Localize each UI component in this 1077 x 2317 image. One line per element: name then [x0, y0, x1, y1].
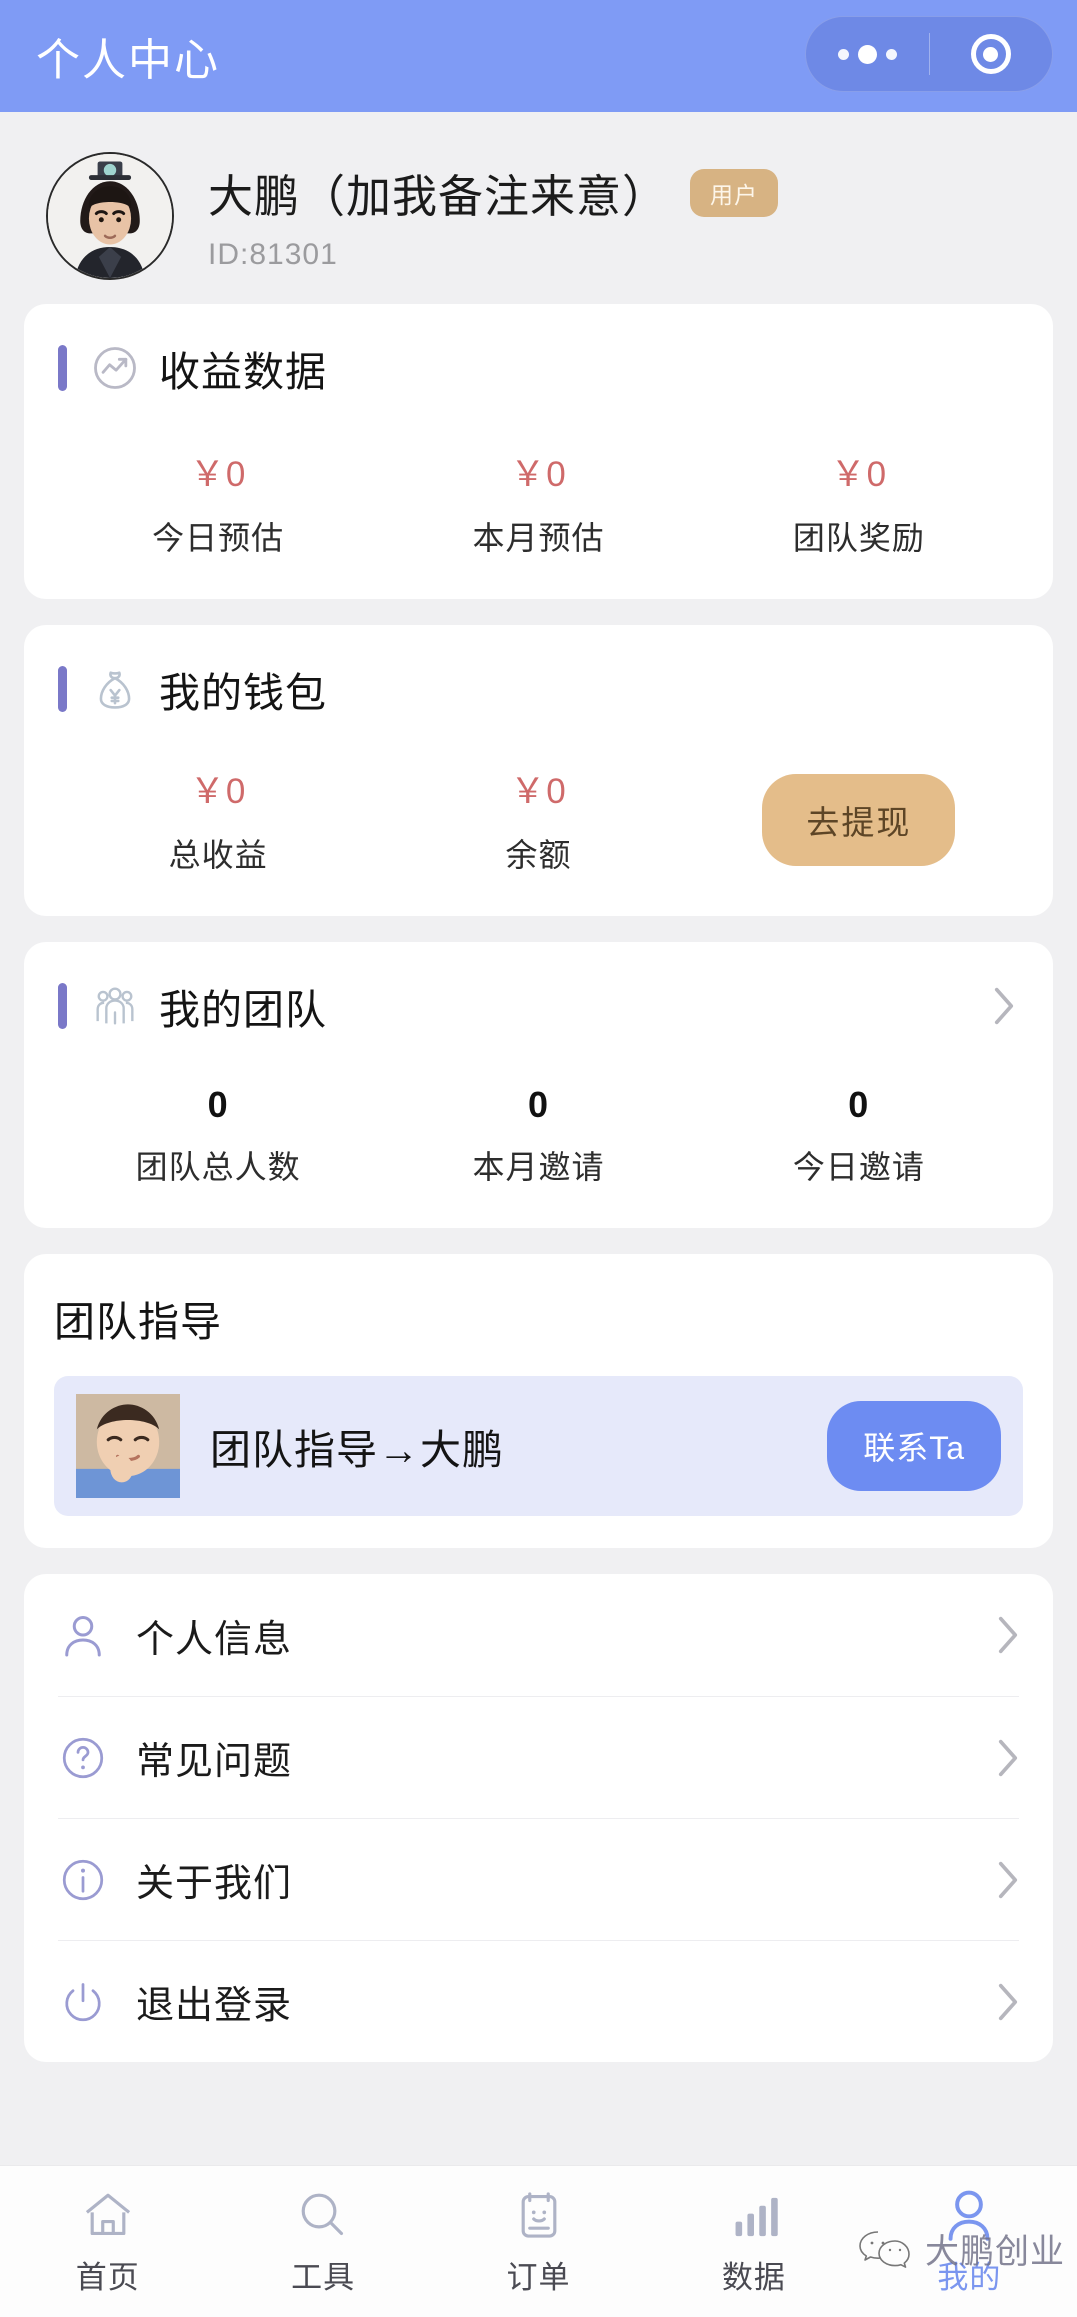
- group-people-icon: [89, 980, 141, 1032]
- money-bag-icon: [89, 663, 141, 715]
- stat-team-reward: ￥0 团队奖励: [699, 446, 1019, 559]
- info-icon: [58, 1855, 108, 1905]
- menu-item-label: 退出登录: [136, 1985, 293, 2027]
- name-row: 大鹏（加我备注来意） 用户: [208, 160, 779, 225]
- user-id: ID:81301: [208, 238, 338, 271]
- guidance-avatar: [76, 1394, 180, 1498]
- stat-value: ￥0: [189, 772, 247, 811]
- page-header: 个人中心: [0, 0, 1077, 112]
- wallet-card-header: 我的钱包: [58, 659, 1019, 719]
- stat-label: 今日邀请: [792, 1149, 925, 1185]
- withdraw-wrap: 去提现: [699, 773, 1019, 866]
- guidance-name: 团队指导→大鹏: [210, 1427, 504, 1473]
- stat-value: ￥0: [189, 455, 247, 494]
- team-card[interactable]: 我的团队 0 团队总人数 0 本月邀请 0 今日邀请: [24, 942, 1053, 1228]
- bottom-tabbar: 首页 工具 订单 数据 我的 大鹏创业: [0, 2165, 1077, 2317]
- tab-label: 数据: [721, 2260, 786, 2295]
- stat-value: ￥0: [510, 772, 567, 811]
- income-data-card: 收益数据 ￥0 今日预估 ￥0 本月预估 ￥0 团队奖励: [24, 304, 1053, 599]
- menu-item-label: 关于我们: [136, 1863, 293, 1905]
- tab-orders[interactable]: 订单: [431, 2186, 646, 2297]
- more-dots-icon: [837, 44, 897, 64]
- tab-label: 订单: [506, 2260, 571, 2295]
- stat-today-invite: 0 今日邀请: [699, 1084, 1019, 1188]
- profile-text: 大鹏（加我备注来意） 用户 ID:81301: [208, 160, 779, 272]
- mini-program-page: 个人中心 大鹏（加我备注来意） 用户 ID:81301 收益数据 ￥0 今日预估…: [0, 0, 1077, 2317]
- stat-team-total: 0 团队总人数: [58, 1084, 378, 1188]
- settings-menu: 个人信息 常见问题 关于我们 退出登录: [24, 1574, 1053, 2062]
- user-icon: [940, 2186, 998, 2244]
- wallet-stats: ￥0 总收益 ￥0 余额 去提现: [58, 763, 1019, 876]
- chevron-right-icon: [997, 1860, 1019, 1900]
- stat-value: 0: [207, 1084, 229, 1125]
- chevron-right-icon[interactable]: [993, 986, 1015, 1026]
- stat-today-estimate: ￥0 今日预估: [58, 446, 378, 559]
- stat-label: 余额: [505, 837, 572, 873]
- stat-balance: ￥0 余额: [378, 763, 698, 876]
- chevron-right-icon: [997, 1982, 1019, 2022]
- question-icon: [58, 1733, 108, 1783]
- more-button[interactable]: [806, 44, 929, 64]
- stat-total-income: ￥0 总收益: [58, 763, 378, 876]
- tab-label: 我的: [937, 2260, 1002, 2295]
- stat-month-invite: 0 本月邀请: [378, 1084, 698, 1188]
- tab-tools[interactable]: 工具: [215, 2186, 430, 2297]
- bar-chart-icon: [725, 2186, 783, 2244]
- menu-item-faq[interactable]: 常见问题: [58, 1696, 1019, 1818]
- target-icon: [970, 34, 1011, 74]
- avatar[interactable]: [46, 152, 174, 280]
- menu-item-label: 个人信息: [136, 1618, 293, 1661]
- withdraw-button[interactable]: 去提现: [762, 773, 956, 866]
- menu-item-label: 常见问题: [136, 1741, 293, 1783]
- stat-label: 本月预估: [472, 520, 605, 556]
- stat-label: 团队奖励: [792, 520, 925, 556]
- income-stats: ￥0 今日预估 ￥0 本月预估 ￥0 团队奖励: [58, 446, 1019, 559]
- team-card-header: 我的团队: [58, 976, 1019, 1036]
- team-guidance-card: 团队指导 团队指导→大鹏 联系Ta: [24, 1254, 1053, 1548]
- power-icon: [58, 1977, 108, 2027]
- stat-label: 今日预估: [152, 520, 285, 556]
- menu-item-logout[interactable]: 退出登录: [58, 1940, 1019, 2062]
- guidance-title: 团队指导: [54, 1299, 222, 1345]
- accent-bar: [58, 345, 67, 391]
- stat-value: 0: [848, 1084, 870, 1125]
- chevron-right-icon: [997, 1738, 1019, 1778]
- user-name: 大鹏（加我备注来意）: [208, 171, 669, 222]
- tab-data[interactable]: 数据: [646, 2186, 861, 2297]
- team-stats: 0 团队总人数 0 本月邀请 0 今日邀请: [58, 1084, 1019, 1188]
- trending-up-icon: [89, 342, 141, 394]
- stat-label: 总收益: [168, 837, 268, 873]
- stat-label: 本月邀请: [472, 1149, 605, 1185]
- guidance-entry[interactable]: 团队指导→大鹏 联系Ta: [54, 1376, 1023, 1516]
- tab-label: 首页: [75, 2260, 140, 2295]
- menu-item-personal-info[interactable]: 个人信息: [58, 1574, 1019, 1696]
- accent-bar: [58, 666, 67, 712]
- stat-value: 0: [527, 1084, 549, 1125]
- income-card-title: 收益数据: [159, 349, 327, 395]
- accent-bar: [58, 983, 67, 1029]
- income-card-header: 收益数据: [58, 338, 1019, 398]
- wechat-capsule[interactable]: [805, 16, 1053, 92]
- stat-value: ￥0: [510, 455, 567, 494]
- clipboard-icon: [510, 2186, 568, 2244]
- role-badge: 用户: [690, 168, 779, 217]
- stat-month-estimate: ￥0 本月预估: [378, 446, 698, 559]
- person-icon: [58, 1610, 108, 1660]
- tab-home[interactable]: 首页: [0, 2186, 215, 2297]
- wallet-card-title: 我的钱包: [159, 670, 327, 716]
- stat-label: 团队总人数: [135, 1149, 301, 1185]
- team-card-title: 我的团队: [159, 987, 327, 1033]
- close-button[interactable]: [930, 34, 1053, 74]
- stat-value: ￥0: [830, 455, 888, 494]
- menu-item-about-us[interactable]: 关于我们: [58, 1818, 1019, 1940]
- tab-label: 工具: [291, 2260, 356, 2295]
- chevron-right-icon: [997, 1615, 1019, 1655]
- wallet-card: 我的钱包 ￥0 总收益 ￥0 余额 去提现: [24, 625, 1053, 916]
- profile-section: 大鹏（加我备注来意） 用户 ID:81301: [0, 112, 1077, 304]
- tab-mine[interactable]: 我的: [862, 2186, 1077, 2297]
- search-icon: [294, 2186, 352, 2244]
- contact-button[interactable]: 联系Ta: [827, 1401, 1001, 1491]
- home-icon: [79, 2186, 137, 2244]
- page-title: 个人中心: [36, 36, 220, 85]
